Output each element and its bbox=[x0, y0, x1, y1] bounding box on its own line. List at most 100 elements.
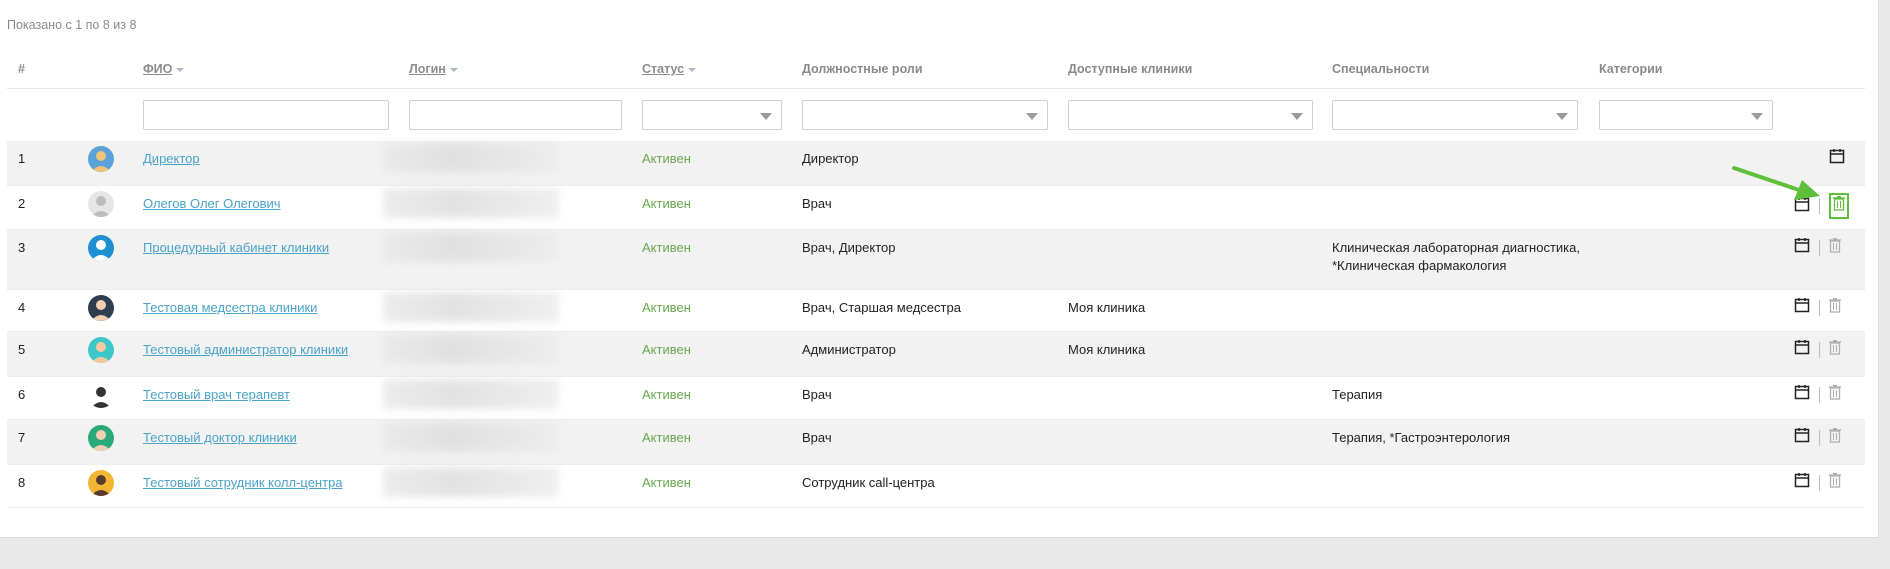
row-number: 4 bbox=[18, 300, 26, 315]
status-badge: Активен bbox=[642, 196, 691, 211]
status-filter-select[interactable] bbox=[642, 100, 782, 130]
user-name-link[interactable]: Тестовый доктор клиники bbox=[143, 430, 297, 445]
row-number: 6 bbox=[18, 387, 26, 402]
roles-text: Сотрудник call-центра bbox=[802, 475, 935, 490]
login-redacted bbox=[383, 334, 559, 364]
header-clinics: Доступные клиники bbox=[1068, 62, 1193, 76]
row-number: 5 bbox=[18, 342, 26, 357]
specialty-line: Терапия bbox=[1332, 387, 1383, 402]
action-separator bbox=[1819, 299, 1820, 316]
roles-filter-select[interactable] bbox=[802, 100, 1048, 130]
dropdown-arrow-icon bbox=[1751, 113, 1763, 120]
specialties-filter-select[interactable] bbox=[1332, 100, 1578, 130]
table-row: 7 Тестовый доктор клиники Активен Врач Терап… bbox=[7, 420, 1865, 464]
doctor-avatar-icon bbox=[88, 425, 114, 451]
table-row: 5 Тестовый администратор клиники Активен Ад… bbox=[7, 332, 1865, 376]
status-badge: Активен bbox=[642, 300, 691, 315]
header-login[interactable]: Логин bbox=[409, 62, 458, 76]
roles-text: Врач, Директор bbox=[802, 240, 896, 255]
fio-filter-input[interactable] bbox=[143, 100, 389, 130]
status-badge: Активен bbox=[642, 151, 691, 166]
action-separator bbox=[1819, 474, 1820, 491]
table-row: 6 Тестовый врач терапевт Активен Врач Терапи… bbox=[7, 376, 1865, 420]
clinics-text: Моя клиника bbox=[1068, 342, 1146, 357]
calendar-icon[interactable] bbox=[1794, 472, 1810, 493]
header-specialties: Специальности bbox=[1332, 62, 1430, 76]
status-badge: Активен bbox=[642, 342, 691, 357]
categories-filter-select[interactable] bbox=[1599, 100, 1773, 130]
delete-button[interactable] bbox=[1829, 193, 1849, 219]
dropdown-arrow-icon bbox=[1026, 113, 1038, 120]
syringe-avatar-icon bbox=[88, 235, 114, 261]
trash-icon[interactable] bbox=[1829, 339, 1841, 360]
results-summary: Показано с 1 по 8 из 8 bbox=[7, 18, 137, 32]
action-separator bbox=[1819, 239, 1820, 256]
calendar-icon[interactable] bbox=[1794, 237, 1810, 258]
action-separator bbox=[1819, 386, 1820, 403]
specialties-text: Терапия bbox=[1332, 386, 1382, 404]
row-number: 1 bbox=[18, 151, 26, 166]
header-fio-label: ФИО bbox=[143, 62, 173, 76]
specialty-line: Терапия, *Гастроэнтерология bbox=[1332, 430, 1511, 445]
user-name-link[interactable]: Тестовый сотрудник колл-центра bbox=[143, 475, 343, 490]
header-categories: Категории bbox=[1599, 62, 1663, 76]
user-name-link[interactable]: Процедурный кабинет клиники bbox=[143, 240, 329, 255]
trash-icon[interactable] bbox=[1829, 384, 1841, 405]
user-name-link[interactable]: Тестовый администратор клиники bbox=[143, 342, 348, 357]
row-number: 7 bbox=[18, 430, 26, 445]
user-name-link[interactable]: Тестовый врач терапевт bbox=[143, 387, 290, 402]
action-separator bbox=[1819, 341, 1820, 358]
header-num: # bbox=[18, 62, 25, 76]
status-badge: Активен bbox=[642, 475, 691, 490]
clinics-filter-select[interactable] bbox=[1068, 100, 1313, 130]
header-login-label: Логин bbox=[409, 62, 446, 76]
row-number: 8 bbox=[18, 475, 26, 490]
user-name-link[interactable]: Олегов Олег Олегович bbox=[143, 196, 281, 211]
therapist-avatar-icon bbox=[88, 382, 114, 408]
specialty-line: *Клиническая фармакология bbox=[1332, 258, 1507, 273]
user-name-link[interactable]: Директор bbox=[143, 151, 200, 166]
trash-icon[interactable] bbox=[1829, 427, 1841, 448]
calendar-icon[interactable] bbox=[1794, 384, 1810, 405]
calendar-icon[interactable] bbox=[1829, 148, 1845, 169]
dropdown-arrow-icon bbox=[760, 113, 772, 120]
status-badge: Активен bbox=[642, 387, 691, 402]
nurse-avatar-icon bbox=[88, 295, 114, 321]
annotation-arrow-icon bbox=[1732, 166, 1820, 200]
user-name-link[interactable]: Тестовая медсестра клиники bbox=[143, 300, 317, 315]
sort-caret-icon bbox=[449, 67, 458, 72]
status-badge: Активен bbox=[642, 240, 691, 255]
trash-icon[interactable] bbox=[1829, 237, 1841, 258]
table-row: 4 Тестовая медсестра клиники Активен Врач, … bbox=[7, 289, 1865, 332]
clinics-text: Моя клиника bbox=[1068, 300, 1146, 315]
sort-caret-icon bbox=[176, 67, 185, 72]
roles-text: Врач, Старшая медсестра bbox=[802, 300, 961, 315]
calendar-icon[interactable] bbox=[1794, 297, 1810, 318]
roles-text: Администратор bbox=[802, 342, 896, 357]
header-roles: Должностные роли bbox=[802, 62, 923, 76]
trash-icon bbox=[1833, 196, 1845, 216]
calendar-icon[interactable] bbox=[1794, 339, 1810, 360]
director-avatar-icon bbox=[88, 146, 114, 172]
table-row: 1 Директор Активен Директор bbox=[7, 141, 1865, 185]
dropdown-arrow-icon bbox=[1556, 113, 1568, 120]
row-number: 3 bbox=[18, 240, 26, 255]
action-separator bbox=[1819, 429, 1820, 446]
login-redacted bbox=[383, 292, 559, 322]
login-filter-input[interactable] bbox=[409, 100, 622, 130]
calendar-icon[interactable] bbox=[1794, 427, 1810, 448]
trash-icon[interactable] bbox=[1829, 472, 1841, 493]
specialties-text: Терапия, *Гастроэнтерология bbox=[1332, 429, 1510, 447]
callcenter-avatar-icon bbox=[88, 470, 114, 496]
admin-avatar-icon bbox=[88, 337, 114, 363]
specialties-text: Клиническая лабораторная диагностика, *Кл… bbox=[1332, 239, 1580, 275]
header-fio[interactable]: ФИО bbox=[143, 62, 185, 76]
row-number: 2 bbox=[18, 196, 26, 211]
table-row: 2 Олегов Олег Олегович Активен Врач bbox=[7, 185, 1865, 230]
header-status-label: Статус bbox=[642, 62, 685, 76]
users-panel: Показано с 1 по 8 из 8 # ФИО Логин Стату… bbox=[0, 0, 1879, 538]
header-divider bbox=[7, 88, 1865, 89]
trash-icon[interactable] bbox=[1829, 297, 1841, 318]
header-status[interactable]: Статус bbox=[642, 62, 697, 76]
table-row: 3 Процедурный кабинет клиники Активен Врач,… bbox=[7, 230, 1865, 289]
